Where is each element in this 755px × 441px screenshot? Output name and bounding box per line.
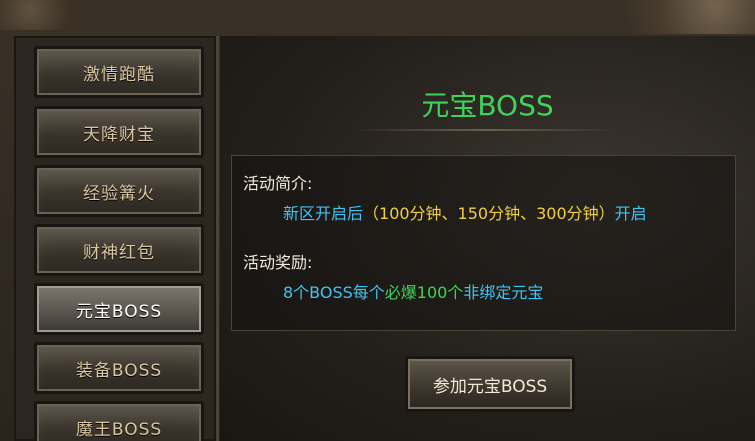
activity-sidebar: 激情跑酷 天降财宝 经验篝火 财神红包 元宝BOSS 装备BOSS 魔王BOSS <box>14 36 219 441</box>
intro-part2: （100分钟、150分钟、300分钟） <box>363 204 615 223</box>
sidebar-item-equipment-boss[interactable]: 装备BOSS <box>34 342 204 394</box>
activity-detail-panel: 元宝BOSS 活动简介: 新区开启后（100分钟、150分钟、300分钟）开启 … <box>220 36 755 441</box>
dragon-ornament-left <box>0 0 120 30</box>
intro-part3: 开启 <box>614 204 647 223</box>
sidebar-item-treasure[interactable]: 天降财宝 <box>34 106 204 158</box>
sidebar-item-yuanbao-boss[interactable]: 元宝BOSS <box>34 283 204 335</box>
sidebar-item-red-packet[interactable]: 财神红包 <box>34 224 204 276</box>
reward-part2: 必爆100个 <box>384 283 464 302</box>
sidebar-item-demon-boss[interactable]: 魔王BOSS <box>34 401 204 441</box>
reward-text: 8个BOSS每个必爆100个非绑定元宝 <box>283 279 543 303</box>
activity-title: 元宝BOSS <box>421 89 554 122</box>
sidebar-item-bonfire[interactable]: 经验篝火 <box>34 165 204 217</box>
title-divider <box>352 129 620 131</box>
reward-part1: 8个BOSS每个 <box>283 283 385 302</box>
reward-label: 活动奖励: <box>243 253 313 272</box>
dragon-ornament-right <box>585 0 755 34</box>
reward-part3: 非绑定元宝 <box>463 283 544 302</box>
join-activity-button[interactable]: 参加元宝BOSS <box>405 356 575 412</box>
activity-info-box: 活动简介: 新区开启后（100分钟、150分钟、300分钟）开启 活动奖励: 8… <box>231 155 736 331</box>
activity-window: 激情跑酷 天降财宝 经验篝火 财神红包 元宝BOSS 装备BOSS 魔王BOSS… <box>0 0 755 441</box>
intro-label: 活动简介: <box>243 174 313 193</box>
intro-text: 新区开启后（100分钟、150分钟、300分钟）开启 <box>283 200 647 224</box>
sidebar-item-parkour[interactable]: 激情跑酷 <box>34 46 204 98</box>
intro-part1: 新区开启后 <box>283 204 364 223</box>
